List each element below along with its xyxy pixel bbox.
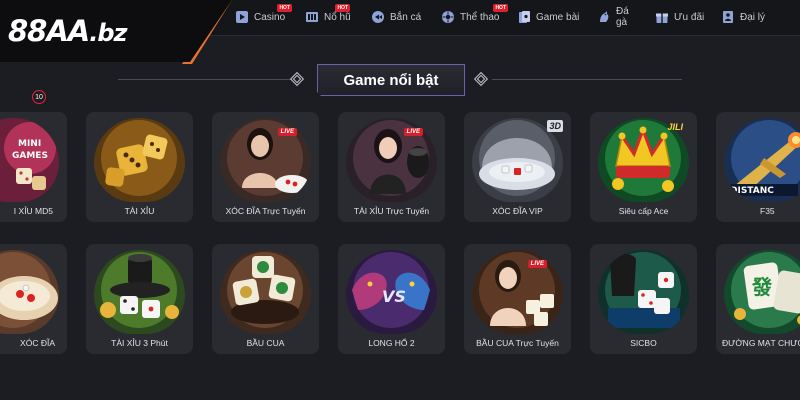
game-label: F35 — [760, 206, 775, 216]
game-label: BẦU CUA — [246, 338, 285, 348]
nav-label: Thể thao — [460, 11, 500, 23]
game-thumbnail-tai-xiu — [94, 118, 185, 202]
svg-text:發: 發 — [751, 275, 772, 299]
game-card-sieu-cap-ace[interactable]: JILI Siêu cấp Ace — [590, 112, 697, 222]
game-label: TÀI XỈU — [124, 206, 155, 216]
logo-suffix-text: .bz — [89, 19, 127, 47]
game-thumbnail-f35: DISTANC — [724, 118, 800, 202]
game-thumbnail-tai-xiu-md5: MINI GAMES — [0, 118, 59, 202]
game-label: SICBO — [630, 338, 657, 348]
game-card-tai-xiu-md5[interactable]: MINI GAMES I XỈU MD5 — [0, 112, 67, 222]
hot-badge: HOT — [335, 4, 350, 12]
nav-item-casino[interactable]: Casino HOT — [228, 0, 298, 34]
svg-text:MINI: MINI — [18, 139, 41, 149]
game-label: TÀI XỈU 3 Phút — [111, 338, 168, 348]
live-badge: LIVE — [277, 128, 297, 136]
game-thumbnail-xoc-dia-truc-tuyen — [220, 118, 311, 202]
game-thumbnail-tai-xiu-truc-tuyen — [346, 118, 437, 202]
game-label: ĐƯỜNG MẠT CHƯỢ — [722, 338, 800, 348]
game-thumbnail-bau-cua-truc-tuyen — [472, 250, 563, 334]
fish-icon — [371, 10, 385, 24]
section-divider-left — [118, 79, 292, 80]
game-card-bau-cua[interactable]: BẦU CUA — [212, 244, 319, 354]
notification-count-badge: 10 — [32, 90, 46, 104]
nav-label: Bắn cá — [390, 11, 422, 23]
game-label: Siêu cấp Ace — [618, 206, 669, 216]
rooster-icon — [597, 10, 611, 24]
game-card-long-ho-2[interactable]: VS LONG HỔ 2 — [338, 244, 445, 354]
nav-item-ban-ca[interactable]: Bắn cá — [364, 0, 434, 34]
game-card-f35[interactable]: DISTANC F35 — [716, 112, 800, 222]
game-card-duong-mat-chuoc[interactable]: 發 ĐƯỜNG MẠT CHƯỢ — [716, 244, 800, 354]
slot-icon — [305, 10, 319, 24]
svg-text:VS: VS — [382, 287, 406, 306]
game-label: XÓC ĐĨA — [20, 338, 55, 348]
nav-item-da-ga[interactable]: Đá gà — [590, 0, 648, 34]
nav-label: Nổ hũ — [324, 11, 351, 23]
game-thumbnail-bau-cua — [220, 250, 311, 334]
main-nav: Casino HOT Nổ hũ HOT Bắn cá Thể thao HOT… — [228, 0, 774, 34]
game-card-tai-xiu[interactable]: TÀI XỈU — [86, 112, 193, 222]
nav-item-the-thao[interactable]: Thể thao HOT — [434, 0, 510, 34]
jili-badge: JILI — [667, 122, 683, 132]
nav-label: Game bài — [536, 11, 580, 23]
game-card-tai-xiu-truc-tuyen[interactable]: LIVE TÀI XỈU Trực Tuyến — [338, 112, 445, 222]
game-label: LONG HỔ 2 — [368, 338, 415, 348]
nav-item-game-bai[interactable]: Game bài — [510, 0, 590, 34]
3d-badge: 3D — [547, 120, 563, 132]
site-logo[interactable]: 88AA.bz — [8, 14, 128, 48]
game-label: XÓC ĐĨA Trực Tuyến — [225, 206, 306, 216]
section-title: Game nổi bật — [343, 71, 439, 89]
nav-label: Đại lý — [740, 11, 766, 23]
game-card-xoc-dia-truc-tuyen[interactable]: LIVE XÓC ĐĨA Trực Tuyến — [212, 112, 319, 222]
game-card-sicbo[interactable]: SICBO — [590, 244, 697, 354]
game-thumbnail-long-ho-2: VS — [346, 250, 437, 334]
hot-badge: HOT — [493, 4, 508, 12]
nav-label: Ưu đãi — [674, 11, 705, 23]
game-thumbnail-duong-mat-chuoc: 發 — [724, 250, 800, 334]
nav-item-dai-ly[interactable]: Đại lý — [714, 0, 774, 34]
game-label: TÀI XỈU Trực Tuyến — [353, 206, 430, 216]
nav-label: Casino — [254, 11, 286, 23]
sports-icon — [441, 10, 455, 24]
svg-text:DISTANC: DISTANC — [730, 186, 774, 196]
section-title-box: Game nổi bật — [317, 64, 465, 96]
logo-main-text: 88AA — [8, 14, 90, 48]
live-badge: LIVE — [403, 128, 423, 136]
svg-text:GAMES: GAMES — [12, 151, 48, 161]
gift-icon — [655, 10, 669, 24]
game-card-bau-cua-truc-tuyen[interactable]: LIVE BẦU CUA Trực Tuyến — [464, 244, 571, 354]
game-card-xoc-dia-vip[interactable]: 3D XÓC ĐĨA VIP — [464, 112, 571, 222]
game-label: BẦU CUA Trực Tuyến — [476, 338, 559, 348]
game-thumbnail-sicbo — [598, 250, 689, 334]
nav-item-no-hu[interactable]: Nổ hũ HOT — [298, 0, 364, 34]
cards-icon — [517, 10, 531, 24]
section-divider-right — [492, 79, 682, 80]
hot-badge: HOT — [277, 4, 292, 12]
casino-icon — [235, 10, 249, 24]
game-thumbnail-tai-xiu-3-phut — [94, 250, 185, 334]
live-badge: LIVE — [527, 260, 547, 268]
game-card-xoc-dia[interactable]: XÓC ĐĨA — [0, 244, 67, 354]
game-label: XÓC ĐĨA VIP — [492, 206, 543, 216]
nav-label: Đá gà — [616, 6, 629, 28]
nav-item-uu-dai[interactable]: Ưu đãi — [648, 0, 714, 34]
game-label: I XỈU MD5 — [13, 206, 53, 216]
game-thumbnail-xoc-dia — [0, 250, 59, 334]
agent-icon — [721, 10, 735, 24]
game-card-tai-xiu-3-phut[interactable]: TÀI XỈU 3 Phút — [86, 244, 193, 354]
